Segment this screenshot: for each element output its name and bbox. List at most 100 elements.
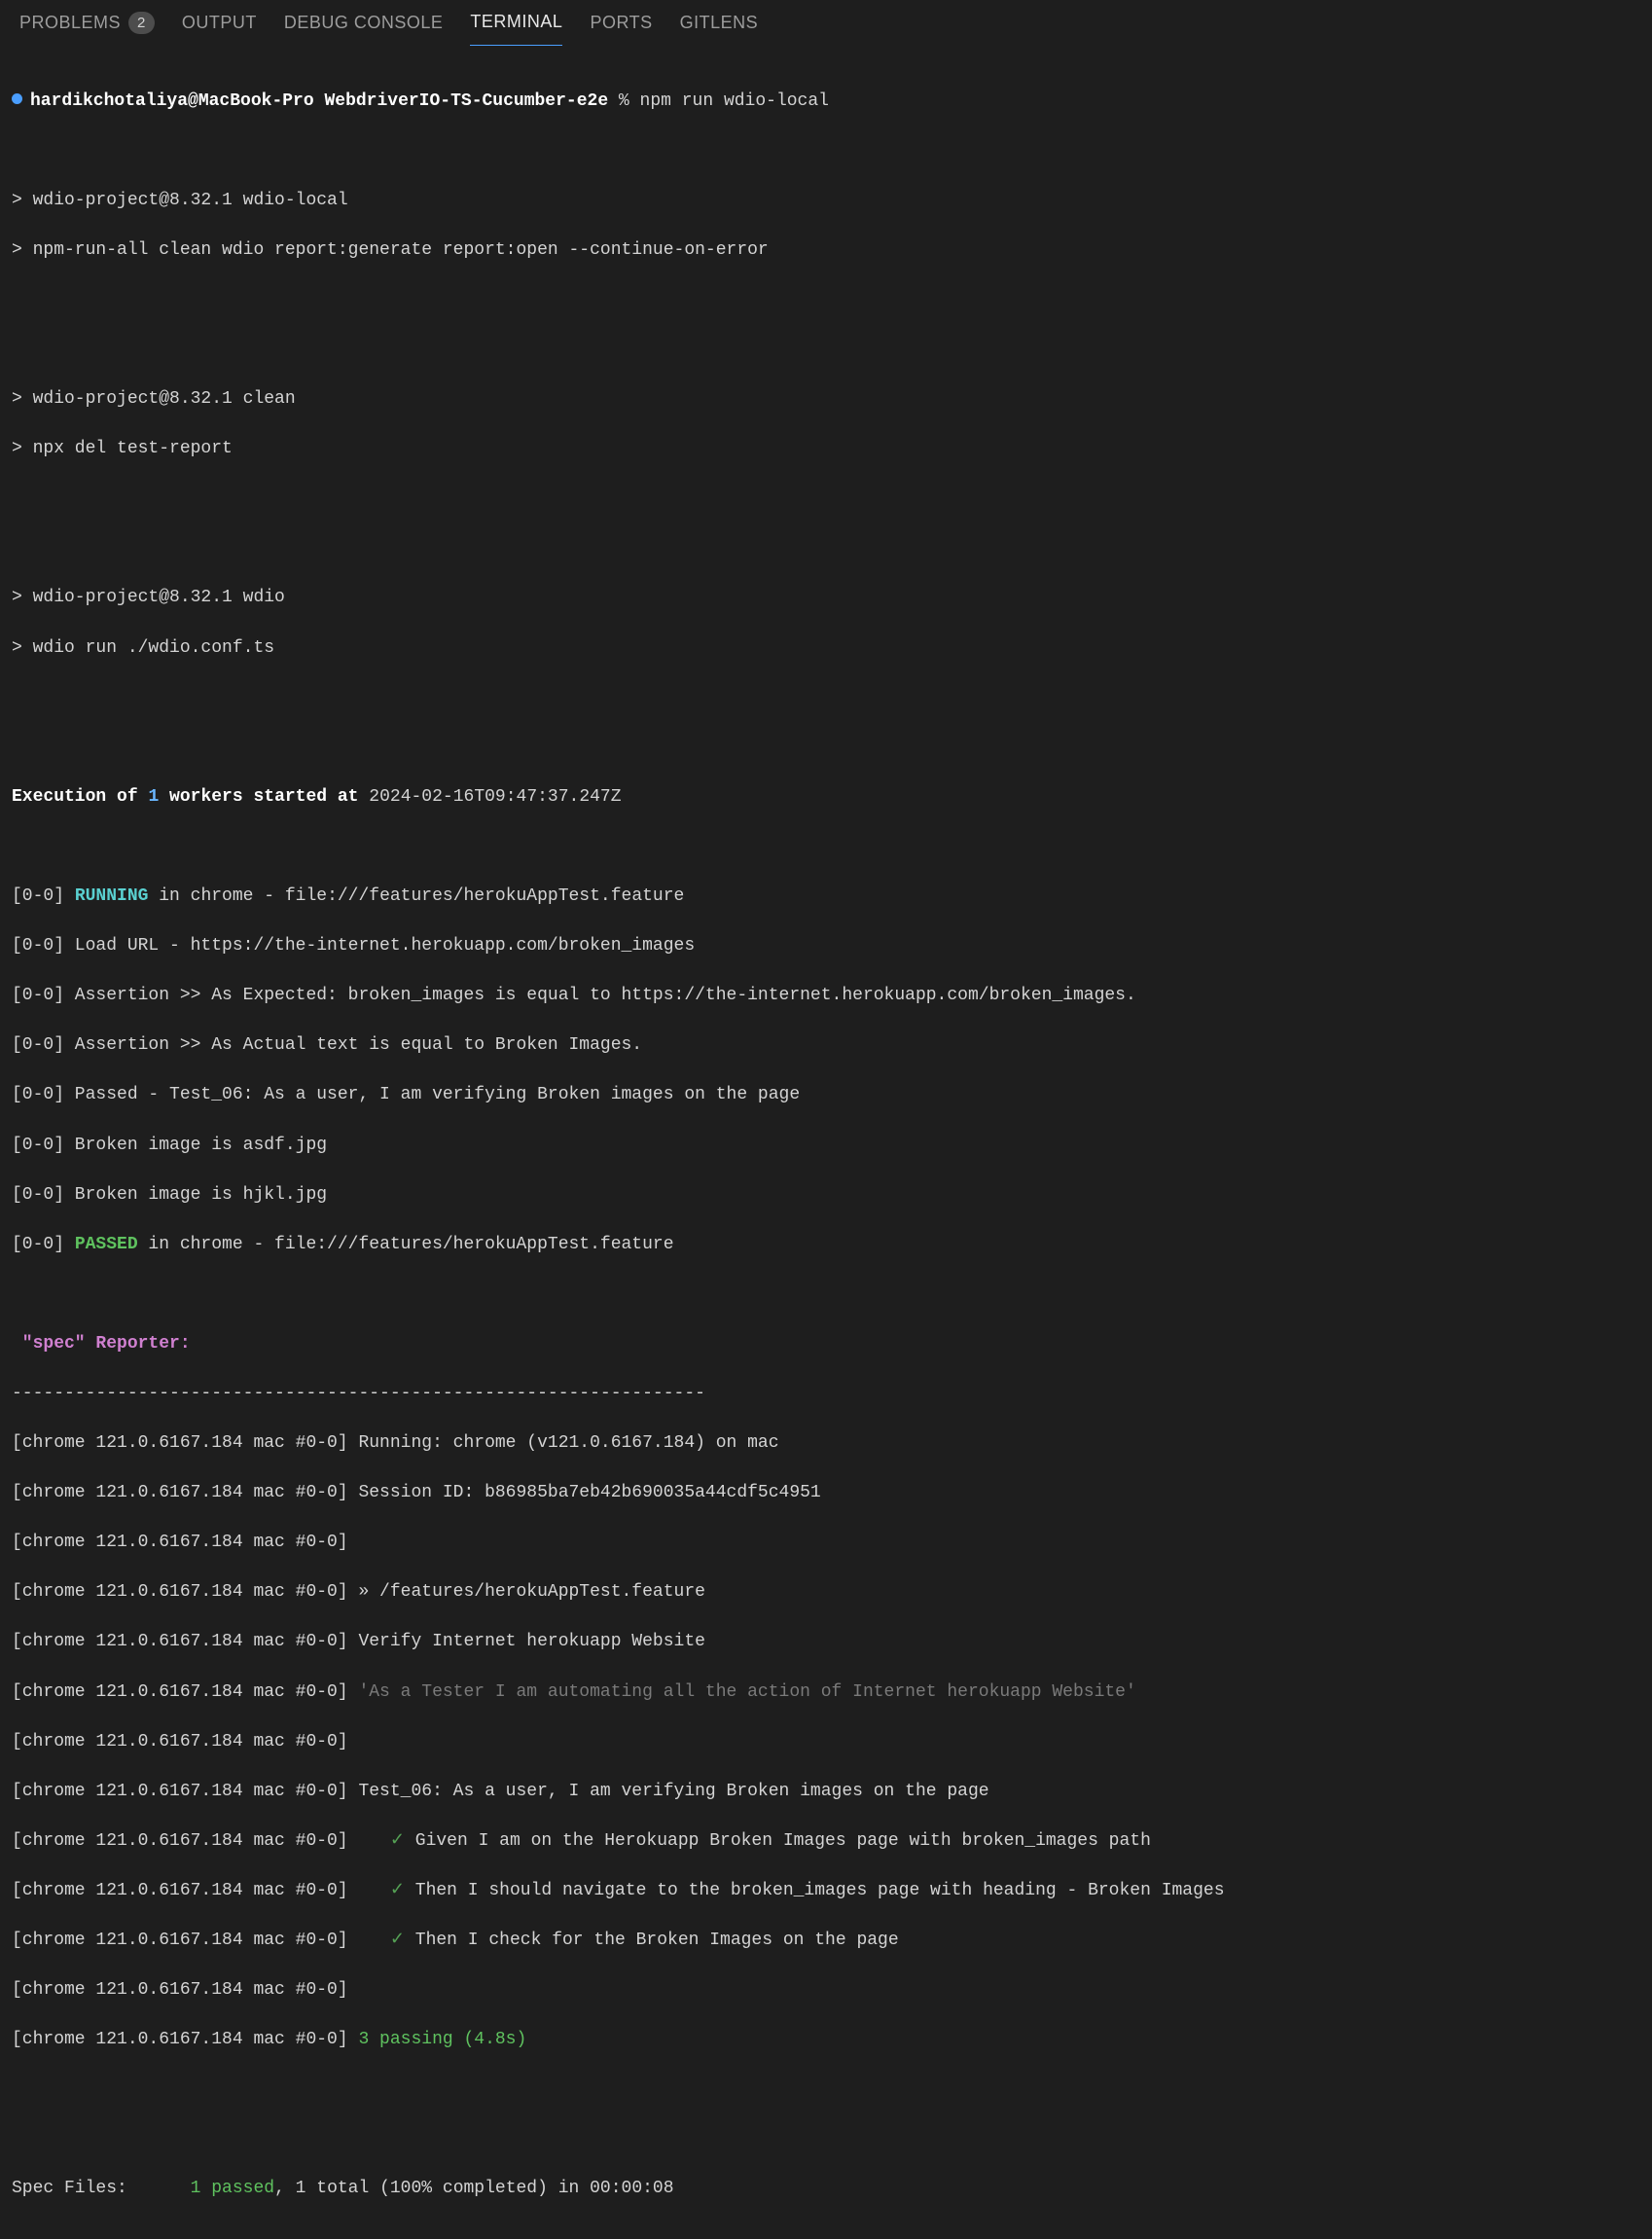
- spec-tag: [chrome 121.0.6167.184 mac #0-0]: [12, 1732, 348, 1751]
- tab-ports[interactable]: PORTS: [590, 0, 652, 46]
- spec-step: Then I should navigate to the broken_ima…: [405, 1881, 1225, 1900]
- prompt-line: hardikchotaliya@MacBook-Pro WebdriverIO-…: [12, 90, 1640, 115]
- tab-problems-label: PROBLEMS: [19, 11, 121, 36]
- tab-gitlens-label: GITLENS: [680, 11, 759, 36]
- output-line: > wdio-project@8.32.1 wdio-local: [12, 189, 1640, 214]
- spec-tag: [chrome 121.0.6167.184 mac #0-0]: [12, 1980, 348, 2000]
- spec-text: Verify Internet herokuapp Website: [348, 1632, 705, 1651]
- run-prefix: [0-0]: [12, 1235, 75, 1254]
- output-line: [12, 736, 1640, 761]
- check-icon: ✓: [390, 1831, 405, 1851]
- prompt-user: hardikchotaliya@MacBook-Pro: [30, 91, 314, 111]
- output-line: [0-0] Broken image is hjkl.jpg: [12, 1183, 1640, 1209]
- exec-prefix: Execution of: [12, 787, 148, 807]
- output-line: [12, 686, 1640, 711]
- terminal-output[interactable]: hardikchotaliya@MacBook-Pro WebdriverIO-…: [0, 47, 1652, 2239]
- summary-line: Spec Files: 1 passed, 1 total (100% comp…: [12, 2177, 1640, 2202]
- spec-tag: [chrome 121.0.6167.184 mac #0-0]: [12, 1881, 348, 1900]
- spec-line: [chrome 121.0.6167.184 mac #0-0]: [12, 1730, 1640, 1755]
- summary-label: Spec Files:: [12, 2179, 191, 2198]
- spec-quote: "spec": [12, 1334, 86, 1354]
- spec-tag: [chrome 121.0.6167.184 mac #0-0]: [12, 1632, 348, 1651]
- panel-tabs: PROBLEMS 2 OUTPUT DEBUG CONSOLE TERMINAL…: [0, 0, 1652, 47]
- spec-line: [chrome 121.0.6167.184 mac #0-0] 'As a T…: [12, 1680, 1640, 1706]
- tab-terminal[interactable]: TERMINAL: [470, 0, 562, 46]
- output-line: > wdio-project@8.32.1 clean: [12, 387, 1640, 413]
- exec-ts: 2024-02-16T09:47:37.247Z: [369, 787, 621, 807]
- tab-output-label: OUTPUT: [182, 11, 257, 36]
- output-line: [0-0] Assertion >> As Actual text is equ…: [12, 1033, 1640, 1059]
- prompt-sep: %: [608, 91, 639, 111]
- problems-badge: 2: [128, 12, 155, 34]
- output-line: [12, 288, 1640, 313]
- spec-line: [chrome 121.0.6167.184 mac #0-0]: [12, 1531, 1640, 1556]
- spec-text: » /features/herokuAppTest.feature: [348, 1582, 705, 1602]
- spec-tag: [chrome 121.0.6167.184 mac #0-0]: [12, 1931, 348, 1950]
- run-prefix: [0-0]: [12, 886, 75, 906]
- output-line: [12, 536, 1640, 561]
- spec-step: Then I check for the Broken Images on th…: [405, 1931, 899, 1950]
- spec-step-line: [chrome 121.0.6167.184 mac #0-0] ✓ Then …: [12, 1879, 1640, 1904]
- spec-tag: [chrome 121.0.6167.184 mac #0-0]: [12, 1582, 348, 1602]
- spec-tag: [chrome 121.0.6167.184 mac #0-0]: [12, 2030, 348, 2049]
- spec-step-line: [chrome 121.0.6167.184 mac #0-0] ✓ Then …: [12, 1929, 1640, 1954]
- spec-header: "spec" Reporter:: [12, 1332, 1640, 1357]
- tab-output[interactable]: OUTPUT: [182, 0, 257, 46]
- spec-line: [chrome 121.0.6167.184 mac #0-0]: [12, 1978, 1640, 2004]
- output-line: [0-0] Broken image is asdf.jpg: [12, 1134, 1640, 1159]
- tab-ports-label: PORTS: [590, 11, 652, 36]
- check-icon: ✓: [390, 1931, 405, 1950]
- spec-tag: [chrome 121.0.6167.184 mac #0-0]: [12, 1682, 348, 1702]
- output-line: [12, 139, 1640, 164]
- spec-line: [chrome 121.0.6167.184 mac #0-0] Verify …: [12, 1630, 1640, 1655]
- prompt-dir: WebdriverIO-TS-Cucumber-e2e: [324, 91, 608, 111]
- summary-passed: 1 passed: [191, 2179, 274, 2198]
- spec-line: [chrome 121.0.6167.184 mac #0-0] Running…: [12, 1431, 1640, 1457]
- spec-desc: 'As a Tester I am automating all the act…: [348, 1682, 1136, 1702]
- exec-line: Execution of 1 workers started at 2024-0…: [12, 785, 1640, 811]
- output-line: [0-0] Load URL - https://the-internet.he…: [12, 934, 1640, 959]
- spec-line: [chrome 121.0.6167.184 mac #0-0] Test_06…: [12, 1780, 1640, 1805]
- output-line: > wdio-project@8.32.1 wdio: [12, 586, 1640, 611]
- output-line: > wdio run ./wdio.conf.ts: [12, 636, 1640, 662]
- spec-tag: [chrome 121.0.6167.184 mac #0-0]: [12, 1533, 348, 1552]
- spec-passing: 3 passing (4.8s): [348, 2030, 527, 2049]
- spec-tag: [chrome 121.0.6167.184 mac #0-0]: [12, 1782, 348, 1801]
- output-line: [0-0] Passed - Test_06: As a user, I am …: [12, 1083, 1640, 1108]
- spec-text: Test_06: As a user, I am verifying Broke…: [348, 1782, 989, 1801]
- spec-line: [chrome 121.0.6167.184 mac #0-0] » /feat…: [12, 1580, 1640, 1606]
- tab-problems[interactable]: PROBLEMS 2: [19, 0, 155, 46]
- status-running: RUNNING: [75, 886, 149, 906]
- spec-step: Given I am on the Herokuapp Broken Image…: [405, 1831, 1151, 1851]
- output-line: [12, 2077, 1640, 2103]
- output-line: [0-0] Assertion >> As Expected: broken_i…: [12, 984, 1640, 1009]
- tab-debug-console[interactable]: DEBUG CONSOLE: [284, 0, 444, 46]
- summary-rest: , 1 total (100% completed) in 00:00:08: [274, 2179, 673, 2198]
- output-line: > npx del test-report: [12, 437, 1640, 462]
- status-passed: PASSED: [75, 1235, 138, 1254]
- status-dot-icon: [12, 93, 22, 104]
- spec-step-line: [chrome 121.0.6167.184 mac #0-0] ✓ Given…: [12, 1829, 1640, 1855]
- tab-gitlens[interactable]: GITLENS: [680, 0, 759, 46]
- check-icon: ✓: [390, 1881, 405, 1900]
- tab-debug-console-label: DEBUG CONSOLE: [284, 11, 444, 36]
- running-line: [0-0] RUNNING in chrome - file:///featur…: [12, 885, 1640, 910]
- spec-reporter: Reporter:: [86, 1334, 191, 1354]
- exec-count: 1: [148, 787, 159, 807]
- spec-tag: [chrome 121.0.6167.184 mac #0-0]: [12, 1433, 348, 1453]
- prompt-cmd: npm run wdio-local: [640, 91, 829, 111]
- output-line: [12, 2127, 1640, 2152]
- exec-mid: workers started at: [159, 787, 369, 807]
- output-line: [12, 487, 1640, 512]
- tab-terminal-label: TERMINAL: [470, 10, 562, 35]
- spec-line: [chrome 121.0.6167.184 mac #0-0] Session…: [12, 1481, 1640, 1506]
- spec-tag: [chrome 121.0.6167.184 mac #0-0]: [12, 1831, 348, 1851]
- spec-line: [chrome 121.0.6167.184 mac #0-0] 3 passi…: [12, 2028, 1640, 2053]
- spec-tag: [chrome 121.0.6167.184 mac #0-0]: [12, 1483, 348, 1502]
- spec-text: Session ID: b86985ba7eb42b690035a44cdf5c…: [348, 1483, 821, 1502]
- run-rest: in chrome - file:///features/herokuAppTe…: [148, 886, 684, 906]
- output-line: [12, 338, 1640, 363]
- passed-line: [0-0] PASSED in chrome - file:///feature…: [12, 1233, 1640, 1258]
- output-line: > npm-run-all clean wdio report:generate…: [12, 238, 1640, 264]
- spec-text: Running: chrome (v121.0.6167.184) on mac: [348, 1433, 779, 1453]
